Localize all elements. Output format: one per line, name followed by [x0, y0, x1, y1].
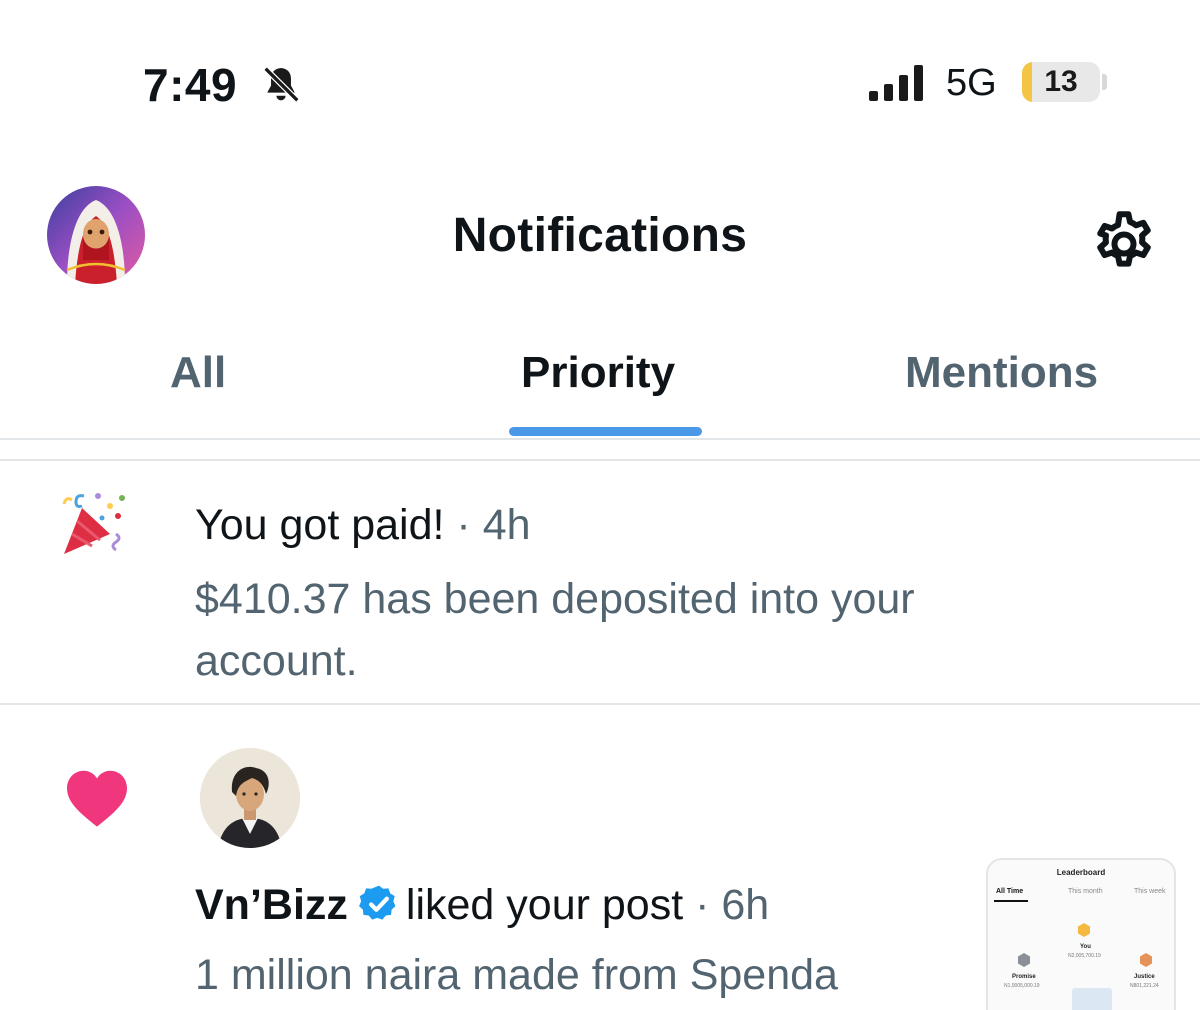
- cube-icon: [1078, 923, 1090, 937]
- status-bar: 7:49 5G 13: [0, 0, 1200, 120]
- leaderboard-name: Promise: [1012, 974, 1036, 980]
- gear-icon[interactable]: [1086, 206, 1162, 282]
- tab-divider: [0, 438, 1200, 440]
- active-tab-indicator: [509, 427, 702, 436]
- leaderboard-amount: N801,221.24: [1130, 983, 1159, 989]
- notification-divider: [0, 703, 1200, 705]
- separator: ·: [683, 881, 722, 929]
- network-type: 5G: [946, 62, 997, 104]
- cube-icon: [1018, 953, 1030, 967]
- battery-icon: 13: [1022, 62, 1100, 102]
- notification-action: liked your post: [405, 881, 684, 929]
- notification-body-line-2: account.: [195, 637, 358, 685]
- party-popper-icon: [62, 493, 125, 554]
- leaderboard-amount: N2,005,700.19: [1068, 953, 1101, 959]
- notification-title: You got paid!: [195, 501, 445, 549]
- separator: ·: [444, 501, 483, 549]
- thumbnail-tab: All Time: [996, 888, 1024, 895]
- battery-percentage: 13: [1044, 65, 1078, 98]
- notification-time: 4h: [482, 501, 531, 549]
- page-title: Notifications: [452, 209, 748, 262]
- post-preview-text: 1 million naira made from Spenda: [195, 951, 838, 999]
- leaderboard-name: You: [1080, 944, 1091, 950]
- cube-icon: [1140, 953, 1152, 967]
- list-divider: [0, 459, 1200, 461]
- tab-mentions[interactable]: Mentions: [905, 348, 1098, 398]
- verified-badge-icon: [358, 885, 396, 920]
- podium-block: [1072, 988, 1112, 1010]
- notification-like-line: Vn’Bizz liked your post · 6h: [195, 874, 769, 936]
- thumbnail-tab: This month: [1068, 888, 1103, 895]
- notification-title-line: You got paid! · 4h: [195, 494, 531, 556]
- bell-off-icon: [263, 66, 300, 103]
- thumbnail-tab-indicator: [994, 900, 1028, 902]
- post-thumbnail[interactable]: Leaderboard All Time This month This wee…: [986, 858, 1176, 1010]
- leaderboard-name: Justice: [1134, 974, 1155, 980]
- leaderboard-amount: N1,0005,000.19: [1004, 983, 1040, 989]
- heart-icon: [67, 770, 127, 827]
- tab-bar: All Priority Mentions: [0, 330, 1200, 438]
- notification-username[interactable]: Vn’Bizz: [195, 881, 348, 929]
- notification-time: 6h: [721, 881, 770, 929]
- tab-priority[interactable]: Priority: [521, 348, 675, 398]
- status-time: 7:49: [143, 59, 238, 111]
- signal-icon: [869, 65, 923, 101]
- user-avatar[interactable]: [200, 748, 300, 848]
- battery-cap: [1102, 74, 1107, 90]
- notification-body-line-1: $410.37 has been deposited into your: [195, 575, 915, 623]
- tab-all[interactable]: All: [170, 348, 226, 398]
- thumbnail-tab: This week: [1134, 888, 1166, 895]
- thumbnail-title: Leaderboard: [1056, 868, 1106, 877]
